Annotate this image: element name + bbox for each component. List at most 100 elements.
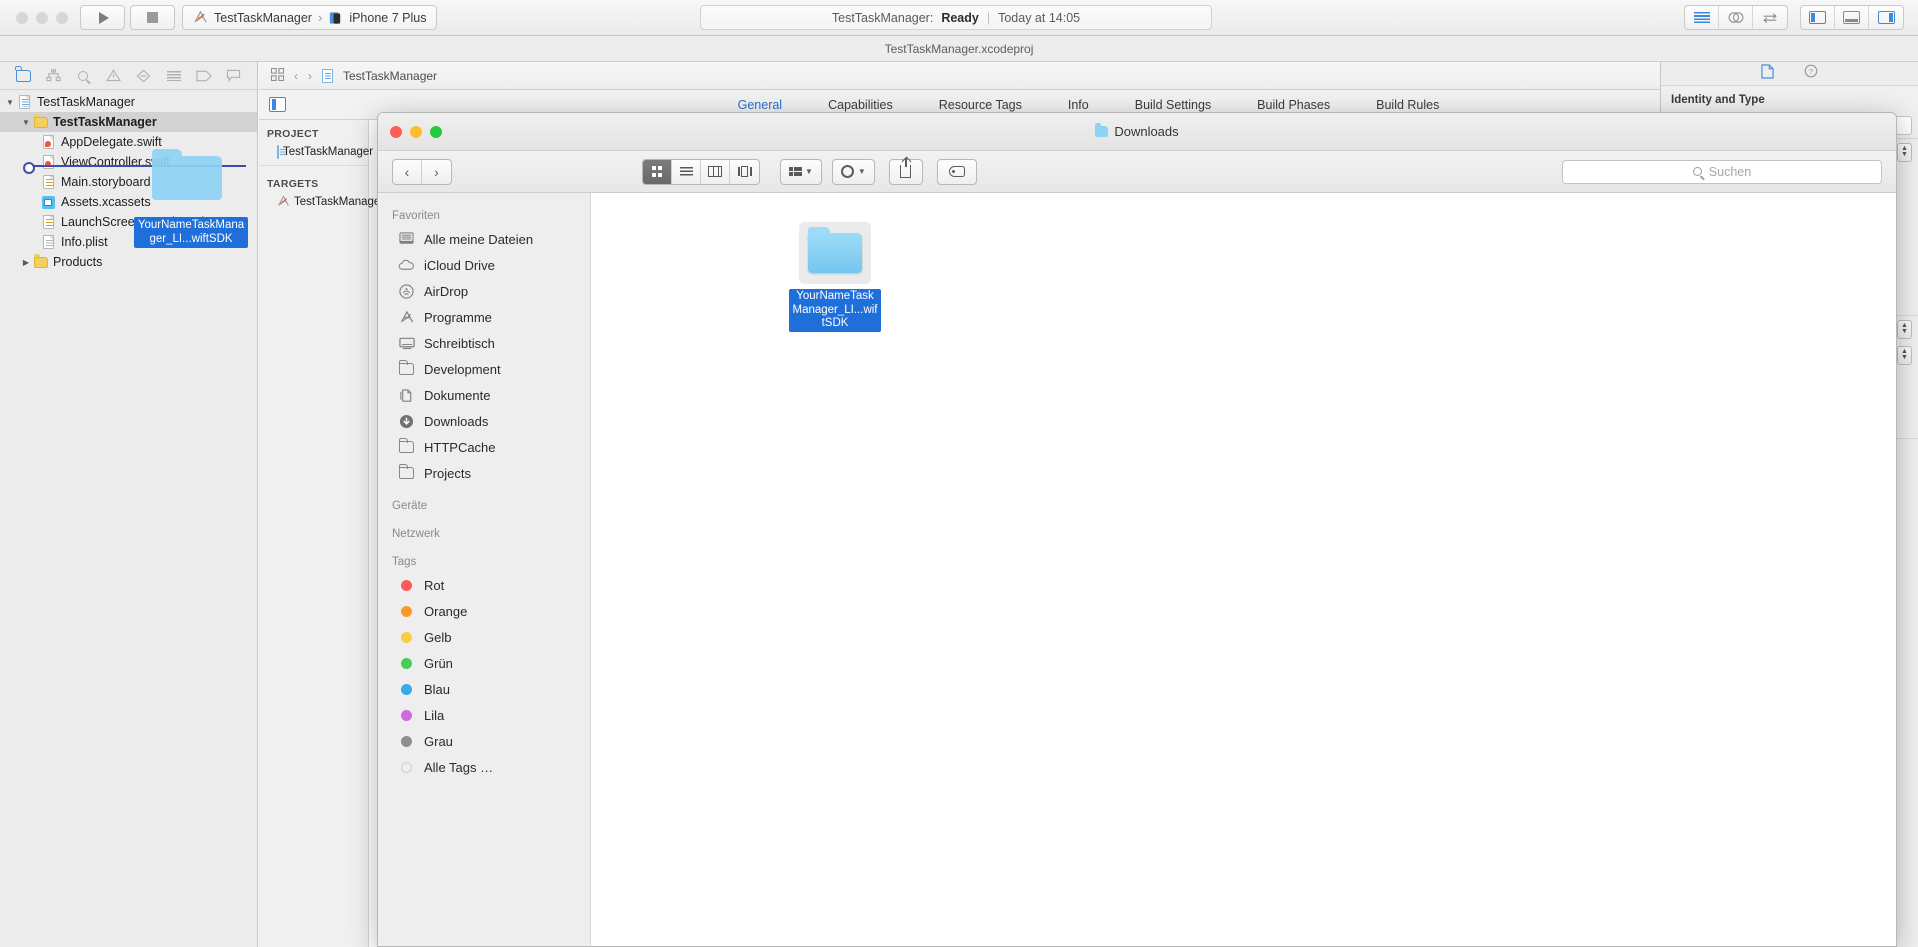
project-list-item[interactable]: TestTaskManager xyxy=(259,143,373,161)
tab-build-settings[interactable]: Build Settings xyxy=(1135,98,1211,112)
tab-resource-tags[interactable]: Resource Tags xyxy=(939,98,1022,112)
tree-item-label: Assets.xcassets xyxy=(61,195,151,209)
sidebar-item-all-files[interactable]: Alle meine Dateien xyxy=(378,226,590,252)
tree-item-label: TestTaskManager xyxy=(53,115,157,129)
quick-help-icon[interactable]: ? xyxy=(1804,64,1818,83)
test-navigator-icon[interactable] xyxy=(133,66,155,86)
forward-button[interactable]: › xyxy=(422,160,451,184)
list-view-button[interactable] xyxy=(672,159,701,184)
toggle-navigator-button[interactable] xyxy=(1801,6,1835,29)
issue-navigator-icon[interactable] xyxy=(102,66,124,86)
column-view-button[interactable] xyxy=(701,159,730,184)
tab-info[interactable]: Info xyxy=(1068,98,1089,112)
tree-row-products[interactable]: ▶ Products xyxy=(0,252,257,272)
toolbar-right-group xyxy=(1684,5,1904,30)
target-list-item[interactable]: TestTaskManager xyxy=(259,193,384,210)
screen: TestTaskManager › iPhone 7 Plus TestTask… xyxy=(0,0,1918,947)
tab-build-phases[interactable]: Build Phases xyxy=(1257,98,1330,112)
icon-view-button[interactable] xyxy=(643,159,672,184)
tag-dot-icon xyxy=(398,657,415,669)
minimize-button[interactable] xyxy=(36,12,48,24)
source-control-navigator-icon[interactable] xyxy=(42,66,64,86)
sidebar-item-programme[interactable]: Programme xyxy=(378,304,590,330)
run-button[interactable] xyxy=(80,5,125,30)
file-item[interactable]: YourNameTaskManager_LI...wiftSDK xyxy=(787,222,883,332)
related-items-icon[interactable] xyxy=(270,67,285,84)
sidebar-item-projects[interactable]: Projects xyxy=(378,460,590,486)
chevron-down-icon: ▼ xyxy=(857,167,866,176)
sidebar-tag-lila[interactable]: Lila xyxy=(378,702,590,728)
stepper-control[interactable]: ▲ ▼ xyxy=(1897,319,1912,339)
finder-zoom-button[interactable] xyxy=(430,125,442,138)
disclosure-triangle[interactable]: ▼ xyxy=(20,118,32,127)
sidebar-header-geraete: Geräte xyxy=(392,500,428,512)
sidebar-item-label: Schreibtisch xyxy=(424,335,495,351)
tag-button[interactable] xyxy=(936,158,977,185)
project-file-icon xyxy=(322,68,333,83)
tab-capabilities[interactable]: Capabilities xyxy=(828,98,893,112)
sidebar-item-label: iCloud Drive xyxy=(424,257,495,273)
tag-dot-icon xyxy=(398,709,415,721)
file-inspector-icon[interactable] xyxy=(1761,63,1774,84)
coverflow-view-button[interactable] xyxy=(730,160,759,184)
chevron-down-icon: ▼ xyxy=(805,167,813,176)
project-navigator-icon[interactable] xyxy=(12,66,34,86)
finder-content-area[interactable]: YourNameTaskManager_LI...wiftSDK xyxy=(591,193,1896,946)
tree-row-group[interactable]: ▼ TestTaskManager xyxy=(0,112,257,132)
tree-item-label: AppDelegate.swift xyxy=(61,135,162,149)
sidebar-all-tags[interactable]: Alle Tags … xyxy=(378,754,590,780)
xcode-traffic-lights xyxy=(16,12,68,24)
disclosure-triangle[interactable]: ▼ xyxy=(4,98,16,107)
finder-close-button[interactable] xyxy=(390,125,402,138)
sidebar-header-favoriten: Favoriten xyxy=(392,210,440,222)
sidebar-item-airdrop[interactable]: AirDrop xyxy=(378,278,590,304)
find-navigator-icon[interactable] xyxy=(72,66,94,86)
finder-minimize-button[interactable] xyxy=(410,125,422,138)
sidebar-item-downloads[interactable]: Downloads xyxy=(378,408,590,434)
sidebar-item-dokumente[interactable]: Dokumente xyxy=(378,382,590,408)
stop-button[interactable] xyxy=(130,5,175,30)
xcode-tab-bar[interactable]: TestTaskManager.xcodeproj xyxy=(0,36,1918,62)
close-button[interactable] xyxy=(16,12,28,24)
tab-build-rules[interactable]: Build Rules xyxy=(1376,98,1439,112)
zoom-button[interactable] xyxy=(56,12,68,24)
sidebar-item-httpcache[interactable]: HTTPCache xyxy=(378,434,590,460)
disclosure-triangle[interactable]: ▶ xyxy=(20,258,32,267)
sidebar-tag-orange[interactable]: Orange xyxy=(378,598,590,624)
tab-general[interactable]: General xyxy=(738,98,782,112)
sidebar-item-schreibtisch[interactable]: Schreibtisch xyxy=(378,330,590,356)
report-navigator-icon[interactable] xyxy=(163,66,185,86)
airdrop-icon xyxy=(398,283,415,299)
toggle-inspector-button[interactable] xyxy=(1869,6,1903,29)
search-field[interactable]: Suchen xyxy=(1562,159,1882,184)
sidebar-tag-blau[interactable]: Blau xyxy=(378,676,590,702)
forward-button[interactable]: › xyxy=(308,69,312,83)
chevron-left-icon: ‹ xyxy=(404,163,410,180)
downloads-icon xyxy=(398,414,415,429)
share-button[interactable] xyxy=(888,158,923,185)
scheme-selector[interactable]: TestTaskManager › iPhone 7 Plus xyxy=(182,5,438,30)
sidebar-item-icloud-drive[interactable]: iCloud Drive xyxy=(378,252,590,278)
back-button[interactable]: ‹ xyxy=(393,159,422,184)
tree-row-project[interactable]: ▼ TestTaskManager xyxy=(0,92,257,112)
stepper-control[interactable]: ▲ ▼ xyxy=(1897,142,1912,162)
grid-icon xyxy=(651,166,663,177)
tag-navigator-icon[interactable] xyxy=(193,66,215,86)
version-editor-button[interactable] xyxy=(1753,6,1787,29)
folder-icon xyxy=(398,438,415,453)
toggle-debug-area-button[interactable] xyxy=(1835,6,1869,29)
standard-editor-button[interactable] xyxy=(1685,6,1719,29)
sidebar-item-label: Rot xyxy=(424,577,445,593)
arrange-button[interactable]: ▼ xyxy=(780,158,822,185)
assistant-editor-button[interactable] xyxy=(1719,6,1753,29)
list-icon xyxy=(679,166,693,177)
sidebar-tag-grau[interactable]: Grau xyxy=(378,728,590,754)
sidebar-tag-rot[interactable]: Rot xyxy=(378,572,590,598)
sidebar-tag-gruen[interactable]: Grün xyxy=(378,650,590,676)
action-button[interactable]: ▼ xyxy=(831,158,875,185)
sidebar-item-development[interactable]: Development xyxy=(378,356,590,382)
back-button[interactable]: ‹ xyxy=(294,69,298,83)
sidebar-tag-gelb[interactable]: Gelb xyxy=(378,624,590,650)
stepper-control[interactable]: ▲ ▼ xyxy=(1897,345,1912,365)
breakpoint-navigator-icon[interactable] xyxy=(223,66,245,86)
